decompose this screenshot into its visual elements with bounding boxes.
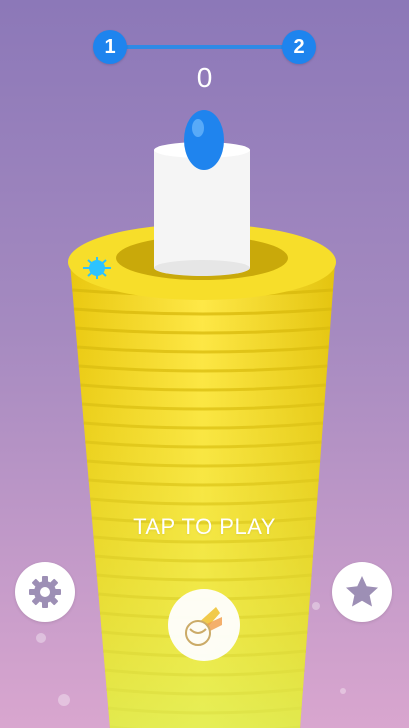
level-progress-bar (110, 45, 300, 49)
current-level-badge: 1 (93, 30, 127, 64)
player-ball (184, 110, 224, 170)
tap-to-play-prompt[interactable]: TAP TO PLAY (0, 514, 409, 540)
settings-button[interactable] (15, 562, 75, 622)
favorites-button[interactable] (332, 562, 392, 622)
star-icon (346, 576, 378, 607)
gear-icon (29, 576, 61, 608)
score-display: 0 (196, 62, 213, 93)
next-level-badge: 2 (282, 30, 316, 64)
ball-icon (185, 607, 222, 646)
ball-select-button[interactable] (168, 589, 240, 661)
game-scene[interactable]: 1 2 0 TAP TO PLAY (0, 0, 409, 728)
